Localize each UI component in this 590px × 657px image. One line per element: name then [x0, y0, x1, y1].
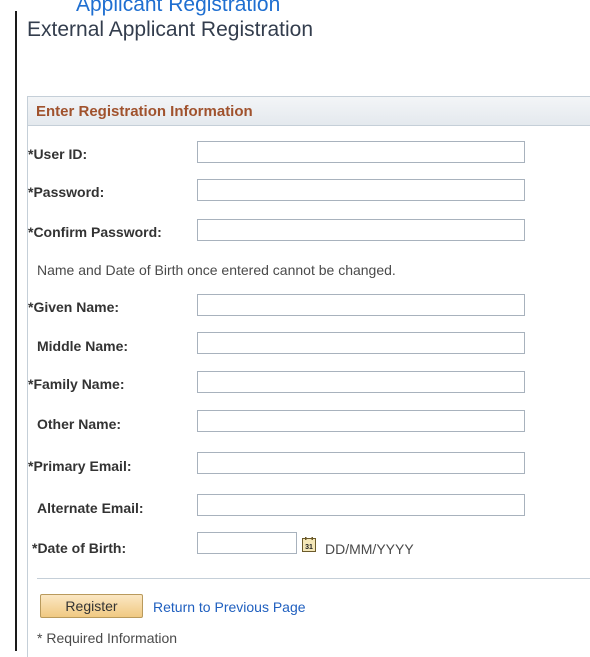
password-input[interactable]	[197, 179, 525, 201]
family-name-label: *Family Name:	[28, 376, 125, 392]
name-dob-note: Name and Date of Birth once entered cann…	[37, 262, 396, 278]
date-format-hint: DD/MM/YYYY	[325, 541, 414, 557]
middle-name-input[interactable]	[197, 332, 525, 354]
given-name-label: *Given Name:	[28, 299, 120, 315]
required-information-note: * Required Information	[37, 630, 178, 646]
alternate-email-input[interactable]	[197, 494, 525, 516]
confirm-password-label: *Confirm Password:	[28, 224, 162, 240]
applicant-registration-link[interactable]: Applicant Registration	[76, 0, 280, 17]
user-id-label: *User ID:	[28, 146, 88, 162]
user-id-input[interactable]	[197, 141, 525, 163]
calendar-icon[interactable]: 31	[302, 537, 316, 552]
divider	[37, 578, 590, 579]
other-name-input[interactable]	[197, 410, 525, 432]
password-label: *Password:	[28, 184, 105, 200]
calendar-day-text: 31	[305, 544, 313, 551]
frame-border	[15, 11, 17, 651]
date-of-birth-label: *Date of Birth:	[32, 540, 127, 556]
page-title: External Applicant Registration	[27, 18, 313, 41]
register-button[interactable]: Register	[40, 594, 143, 618]
section-title: Enter Registration Information	[36, 103, 253, 120]
primary-email-label: *Primary Email:	[28, 458, 132, 474]
section-header: Enter Registration Information	[28, 97, 590, 126]
middle-name-label: Middle Name:	[37, 338, 129, 354]
other-name-label: Other Name:	[37, 416, 122, 432]
date-of-birth-input[interactable]	[197, 532, 297, 554]
alternate-email-label: Alternate Email:	[37, 500, 144, 516]
confirm-password-input[interactable]	[197, 219, 525, 241]
primary-email-input[interactable]	[197, 452, 525, 474]
family-name-input[interactable]	[197, 371, 525, 393]
return-to-previous-page-link[interactable]: Return to Previous Page	[153, 599, 306, 615]
given-name-input[interactable]	[197, 294, 525, 316]
